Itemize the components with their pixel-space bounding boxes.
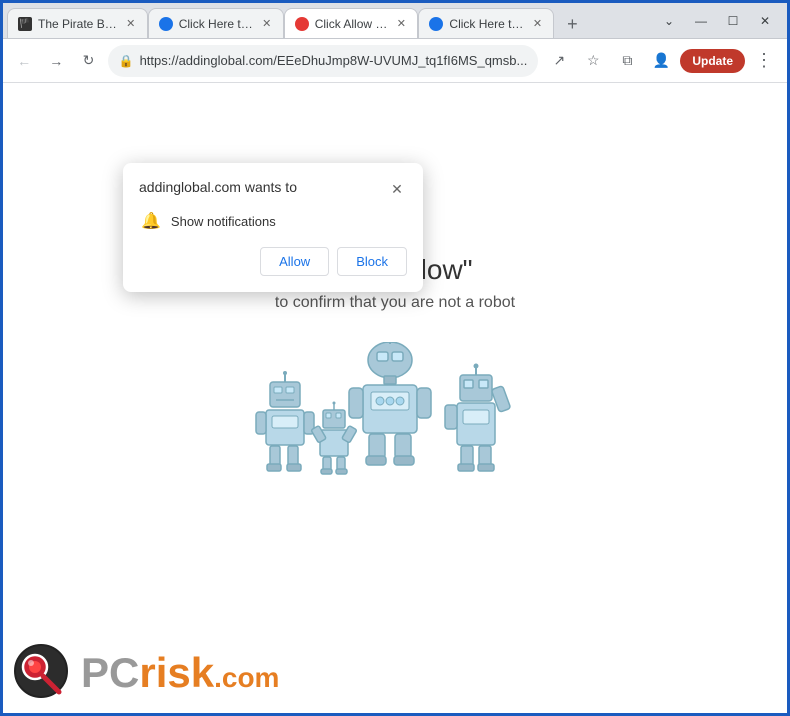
address-bar[interactable]: 🔒 https://addinglobal.com/EEeDhuJmp8W-UV… <box>108 45 539 77</box>
robots-svg <box>255 342 535 502</box>
bell-icon: 🔔 <box>141 211 161 231</box>
main-subheading: to confirm that you are not a robot <box>275 294 515 312</box>
share-icon[interactable]: ↗ <box>544 46 574 76</box>
tabs-container: 🏴 The Pirate B… ✕ Click Here t… ✕ Click … <box>7 3 655 38</box>
brand-name: PCrisk.com <box>81 652 279 694</box>
tab-2-favicon <box>159 17 173 31</box>
tab-3-close[interactable]: ✕ <box>393 16 409 32</box>
chevron-down-icon[interactable]: ⌄ <box>655 7 683 35</box>
lock-icon: 🔒 <box>119 54 134 68</box>
minimize-button[interactable]: — <box>687 7 715 35</box>
profile-icon[interactable]: 👤 <box>646 46 676 76</box>
forward-button[interactable]: → <box>43 46 69 76</box>
tab-4[interactable]: Click Here t… ✕ <box>418 8 554 38</box>
tab-2-close[interactable]: ✕ <box>259 16 275 32</box>
extension-icon[interactable]: ⧉ <box>612 46 642 76</box>
tab-2-title: Click Here t… <box>179 17 253 31</box>
window-controls: ⌄ — ☐ ✕ <box>655 7 783 35</box>
tab-3-title: Click Allow … <box>315 17 388 31</box>
reload-button[interactable]: ↻ <box>75 46 101 76</box>
brand-dotcom-text: .com <box>214 662 279 693</box>
tab-1-favicon: 🏴 <box>18 17 32 31</box>
popup-permission: 🔔 Show notifications <box>139 211 407 231</box>
close-button[interactable]: ✕ <box>751 7 779 35</box>
block-button[interactable]: Block <box>337 247 407 276</box>
robots-illustration <box>255 342 535 502</box>
tab-4-favicon <box>429 17 443 31</box>
popup-title: addinglobal.com wants to <box>139 179 297 195</box>
tab-3-favicon <box>295 17 309 31</box>
nav-actions: ↗ ☆ ⧉ 👤 Update ⋮ <box>544 46 779 76</box>
tab-2[interactable]: Click Here t… ✕ <box>148 8 284 38</box>
address-text: https://addinglobal.com/EEeDhuJmp8W-UVUM… <box>140 53 528 68</box>
page-content: addinglobal.com wants to ✕ 🔔 Show notifi… <box>3 83 787 713</box>
popup-header: addinglobal.com wants to ✕ <box>139 179 407 199</box>
title-bar: 🏴 The Pirate B… ✕ Click Here t… ✕ Click … <box>3 3 787 39</box>
allow-button[interactable]: Allow <box>260 247 329 276</box>
tab-1-title: The Pirate B… <box>38 17 117 31</box>
brand-pc-text: PC <box>81 649 139 696</box>
popup-buttons: Allow Block <box>139 247 407 276</box>
nav-bar: ← → ↻ 🔒 https://addinglobal.com/EEeDhuJm… <box>3 39 787 83</box>
footer-brand: PCrisk.com <box>13 643 279 703</box>
brand-risk-text: risk <box>139 649 214 696</box>
update-button[interactable]: Update <box>680 49 745 73</box>
menu-icon[interactable]: ⋮ <box>749 46 779 76</box>
pcrisk-logo-icon <box>13 643 73 703</box>
notification-popup: addinglobal.com wants to ✕ 🔔 Show notifi… <box>123 163 423 292</box>
tab-3[interactable]: Click Allow … ✕ <box>284 8 419 38</box>
permission-text: Show notifications <box>171 214 276 229</box>
back-button[interactable]: ← <box>11 46 37 76</box>
maximize-button[interactable]: ☐ <box>719 7 747 35</box>
popup-close-button[interactable]: ✕ <box>387 179 407 199</box>
new-tab-button[interactable]: + <box>558 10 586 38</box>
bookmark-icon[interactable]: ☆ <box>578 46 608 76</box>
tab-4-close[interactable]: ✕ <box>529 16 545 32</box>
tab-1[interactable]: 🏴 The Pirate B… ✕ <box>7 8 148 38</box>
browser-window: 🏴 The Pirate B… ✕ Click Here t… ✕ Click … <box>3 3 787 713</box>
tab-1-close[interactable]: ✕ <box>123 16 139 32</box>
tab-4-title: Click Here t… <box>449 17 523 31</box>
